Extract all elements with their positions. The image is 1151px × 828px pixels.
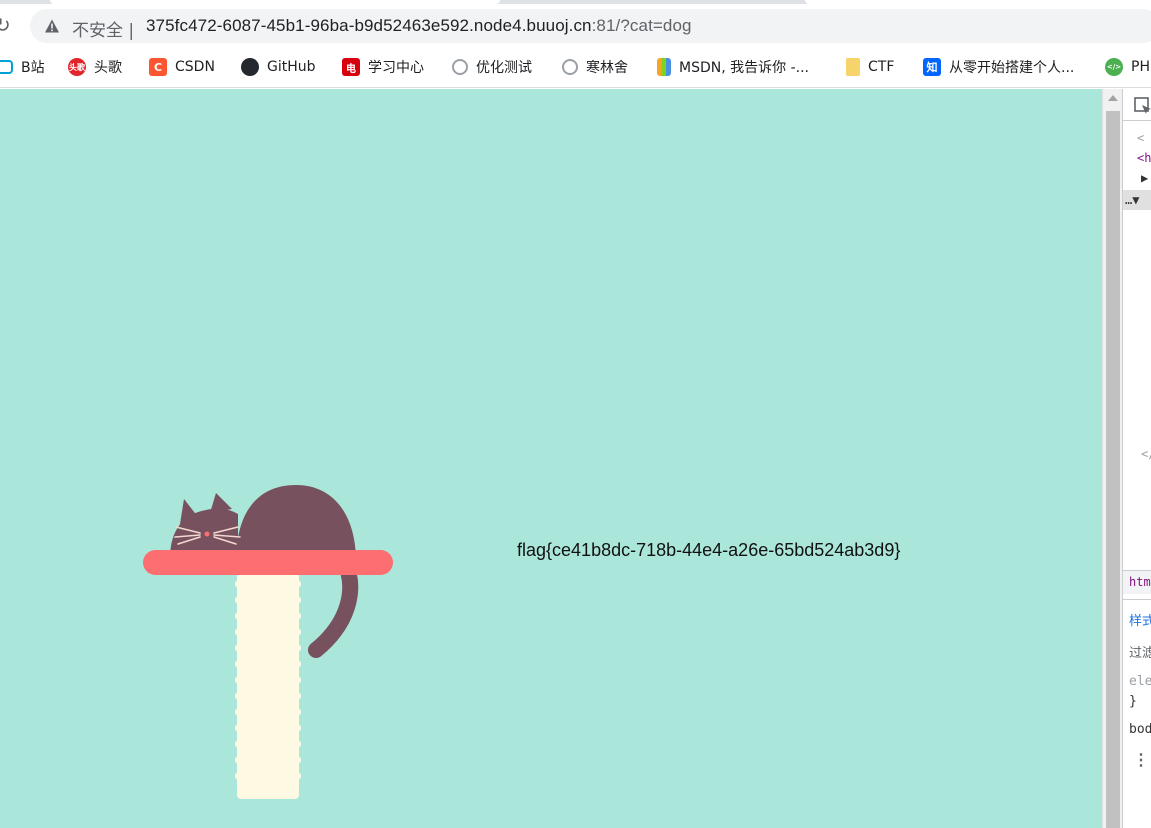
rule-close: } [1129, 694, 1137, 709]
more-options-icon[interactable]: ⋮ [1133, 750, 1149, 769]
url-text[interactable]: 375fc472-6087-45b1-96ba-b9d52463e592.nod… [146, 16, 692, 36]
bookmark-label: CTF [868, 59, 895, 75]
devtools-panel: < <h ▶ …▼ </ htm 样式 过滤 ele } bod ⋮ [1122, 89, 1151, 828]
reload-icon[interactable]: ↻ [0, 13, 14, 37]
bookmark-hanlinshe[interactable]: 寒林舍 [562, 56, 628, 78]
bookmark-label: 优化测试 [476, 60, 532, 76]
bookmark-github[interactable]: GitHub [241, 56, 316, 78]
flag-text: flag{ce41b8dc-718b-44e4-a26e-65bd524ab3d… [517, 540, 901, 560]
bookmark-label: B站 [21, 60, 45, 76]
bookmark-optimize-test[interactable]: 优化测试 [452, 56, 532, 78]
devtools-breadcrumb[interactable]: htm [1123, 570, 1151, 594]
bookmarks-bar: B站 头歌 头歌 C CSDN GitHub 电 学习中心 优化测试 寒林舍 M… [0, 46, 1151, 88]
bookmark-php[interactable]: </> PH [1105, 56, 1150, 78]
security-label[interactable]: 不安全 | [72, 16, 134, 41]
globe-icon [452, 59, 468, 75]
globe-icon [562, 59, 578, 75]
devtools-dom-line[interactable]: ▶ [1141, 171, 1148, 185]
breadcrumb-html[interactable]: htm [1129, 575, 1151, 589]
bookmark-label: MSDN, 我告诉你 -... [679, 60, 809, 76]
scroll-up-icon[interactable] [1108, 95, 1118, 101]
url-port-query: :81/?cat=dog [591, 16, 692, 35]
bookmark-ctf[interactable]: CTF [846, 56, 894, 78]
csdn-icon: C [149, 58, 167, 76]
github-icon [241, 58, 259, 76]
zhihu-icon: 知 [923, 58, 941, 76]
msdn-icon [657, 58, 671, 76]
bookmark-csdn[interactable]: C CSDN [149, 56, 215, 78]
bookmark-label: 从零开始搭建个人... [949, 60, 1075, 76]
cat-illustration [143, 485, 393, 799]
folder-icon [846, 58, 860, 76]
devtools-styles-pane: 样式 过滤 ele } bod ⋮ [1123, 599, 1151, 828]
devtools-dom-line[interactable]: </ [1141, 447, 1151, 461]
address-bar[interactable]: 不安全 | 375fc472-6087-45b1-96ba-b9d52463e5… [30, 9, 1151, 43]
devtools-toolbar [1123, 89, 1151, 121]
rule-selector: ele [1129, 674, 1151, 689]
bookmark-label: 头歌 [94, 60, 122, 76]
bookmark-study-center[interactable]: 电 学习中心 [342, 56, 424, 78]
bilibili-icon [0, 60, 13, 74]
page-viewport: flag{ce41b8dc-718b-44e4-a26e-65bd524ab3d… [0, 89, 1102, 828]
page-scrollbar[interactable] [1102, 89, 1122, 828]
bookmark-touge[interactable]: 头歌 头歌 [68, 56, 122, 78]
bookmark-label: CSDN [175, 59, 215, 75]
bookmark-bilibili[interactable]: B站 [0, 56, 45, 78]
cat-shelf [143, 550, 393, 575]
scratching-post [235, 573, 301, 799]
bookmark-label: 寒林舍 [586, 60, 628, 76]
devtools-dom-line[interactable]: <h [1137, 151, 1151, 165]
bookmark-label: PH [1131, 59, 1150, 75]
warning-icon[interactable] [44, 18, 60, 34]
url-host: 375fc472-6087-45b1-96ba-b9d52463e592.nod… [146, 16, 592, 35]
php-icon: </> [1105, 58, 1123, 76]
study-center-icon: 电 [342, 58, 360, 76]
bookmark-label: GitHub [267, 59, 316, 75]
devtools-dom-line[interactable]: < [1137, 131, 1144, 145]
tab-styles[interactable]: 样式 [1129, 610, 1151, 629]
bookmark-msdn[interactable]: MSDN, 我告诉你 -... [657, 56, 809, 78]
bookmark-label: 学习中心 [368, 60, 424, 76]
inspect-element-icon[interactable] [1133, 96, 1151, 116]
styles-filter-input[interactable]: 过滤 [1129, 642, 1151, 661]
bookmark-zhihu[interactable]: 知 从零开始搭建个人... [923, 56, 1074, 78]
devtools-dom-line[interactable]: …▼ [1125, 193, 1139, 207]
scrollbar-thumb[interactable] [1106, 111, 1120, 828]
touge-icon: 头歌 [68, 58, 86, 76]
browser-toolbar: ↻ 不安全 | 375fc472-6087-45b1-96ba-b9d52463… [0, 4, 1151, 46]
rule-body: bod [1129, 722, 1151, 737]
